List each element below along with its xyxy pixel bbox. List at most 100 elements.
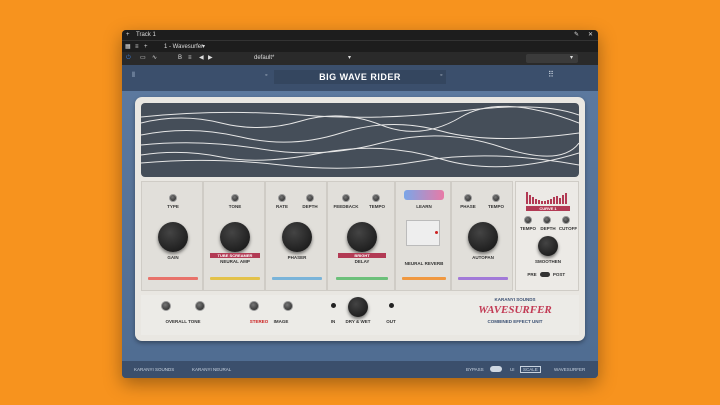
learn-label: LEARN: [416, 204, 432, 209]
mod-tempo-knob[interactable]: [524, 216, 532, 224]
post-label: POST: [552, 272, 566, 277]
feedback-knob[interactable]: [342, 194, 350, 202]
neural-reverb-label: NEURAL REVERB: [404, 261, 444, 266]
autopan-label: AUTOPAN: [472, 255, 494, 260]
mod-tempo-label: TEMPO: [519, 226, 536, 231]
in-dot[interactable]: [331, 303, 336, 308]
phaser-module: RATE DEPTH PHASER: [265, 181, 327, 291]
neural-amp-knob[interactable]: [220, 222, 250, 252]
reverb-color-bar: [402, 277, 446, 280]
plugin-window: + Track 1 ✎ ✕ ▦ ≡ + 1 - Wavesurfer ▾ ⏻ ▭…: [122, 30, 598, 378]
image-label: IMAGE: [273, 319, 289, 324]
stereo-label: STEREO: [249, 319, 269, 324]
delay-knob[interactable]: [347, 222, 377, 252]
neural-amp-module: TONE TUBE SCREAMER NEURAL AMP: [203, 181, 265, 291]
title-bar: + Track 1 ✎ ✕: [122, 30, 598, 40]
stereo-width-knob[interactable]: [249, 301, 259, 311]
curve-select[interactable]: CURVE 1: [526, 206, 570, 211]
delay-label: DELAY: [354, 259, 370, 264]
main-panel: TYPE GAIN TONE TUBE SCREAMER NEURAL AMP …: [135, 97, 585, 341]
feedback-label: FEEDBACK: [333, 204, 359, 209]
tempo-knob-2[interactable]: [492, 194, 500, 202]
gain-knob[interactable]: [158, 222, 188, 252]
logo-icon: ⫴: [132, 72, 135, 79]
phase-label: PHASE: [460, 204, 476, 209]
type-label: TYPE: [167, 204, 179, 209]
dry-wet-knob[interactable]: [348, 297, 368, 317]
waveform-graphic: [141, 105, 579, 169]
power-icon[interactable]: ⏻: [126, 52, 131, 65]
smoothen-knob[interactable]: [538, 236, 558, 256]
delay-color-bar: [336, 277, 388, 280]
learn-button[interactable]: [404, 190, 444, 200]
depth-label: DEPTH: [302, 204, 318, 209]
type-knob[interactable]: [169, 194, 177, 202]
prev-icon[interactable]: ◀: [199, 52, 204, 65]
add-icon[interactable]: +: [126, 30, 130, 40]
preset-select[interactable]: default*: [254, 52, 274, 65]
bottom-section: OVERALL TONE STEREO IMAGE IN DRY & WET O…: [141, 295, 579, 335]
chevron-down-icon[interactable]: ▾: [348, 52, 351, 65]
footer-brand: WAVESURFER: [554, 367, 586, 372]
xy-pad[interactable]: [406, 220, 440, 246]
delay-module: FEEDBACK TEMPO BRIGHT DELAY: [327, 181, 395, 291]
out-label: OUT: [386, 319, 396, 324]
autopan-module: PHASE TEMPO AUTOPAN: [451, 181, 513, 291]
compare-icon[interactable]: ▭: [140, 52, 146, 65]
b-icon[interactable]: B: [178, 52, 182, 65]
tempo-label-2: TEMPO: [487, 204, 504, 209]
tone-knob[interactable]: [231, 194, 239, 202]
footer-company: KARANYI SOUNDS: [134, 367, 175, 372]
stereo-image-knob[interactable]: [283, 301, 293, 311]
overall-tone-label: OVERALL TONE: [165, 319, 201, 324]
autopan-knob[interactable]: [468, 222, 498, 252]
neural-amp-label: NEURAL AMP: [220, 259, 250, 264]
phaser-knob[interactable]: [282, 222, 312, 252]
dry-wet-label: DRY & WET: [345, 319, 371, 324]
brand-company: KARANYI SOUNDS: [494, 297, 536, 302]
phaser-color-bar: [272, 277, 322, 280]
phase-knob[interactable]: [464, 194, 472, 202]
plugin-ui: ⫴ ◦ BIG WAVE RIDER ◦ ⠿ TYPE GAIN TONE TU…: [122, 65, 598, 378]
wave-icon[interactable]: ∿: [152, 52, 157, 65]
curve-bars: [526, 192, 567, 204]
mod-cutoff-knob[interactable]: [562, 216, 570, 224]
plugin-selector-bar: ▦ ≡ + 1 - Wavesurfer ▾: [122, 40, 598, 52]
tone-label: TONE: [228, 204, 242, 209]
plugin-footer: KARANYI SOUNDS KARANYI NEURAL BYPASS UI …: [122, 361, 598, 378]
bypass-label: BYPASS: [466, 367, 484, 372]
close-icon[interactable]: ✕: [588, 30, 593, 40]
tone-high-knob[interactable]: [195, 301, 205, 311]
next-icon[interactable]: ▶: [208, 52, 213, 65]
modulation-panel: CURVE 1 TEMPO DEPTH CUTOFF SMOOTHEN PRE …: [515, 181, 579, 291]
depth-knob[interactable]: [306, 194, 314, 202]
chevron-down-icon[interactable]: ▾: [570, 52, 573, 65]
xy-pad-dot[interactable]: [435, 231, 438, 234]
preset-bar: ⏻ ▭ ∿ B ≡ ◀ ▶ default* ▾ ▾: [122, 52, 598, 65]
bypass-toggle[interactable]: [490, 366, 502, 372]
tempo-knob[interactable]: [372, 194, 380, 202]
next-preset-icon[interactable]: ◦: [440, 72, 442, 79]
preset-title[interactable]: BIG WAVE RIDER: [274, 70, 446, 84]
scale-button[interactable]: SCALE: [520, 366, 541, 373]
brand-subtitle: COMBINED EFFECT UNIT: [487, 319, 543, 324]
mod-depth-label: DEPTH: [540, 226, 556, 231]
pre-post-toggle[interactable]: [540, 272, 550, 277]
amp-color-bar: [210, 277, 260, 280]
autopan-color-bar: [458, 277, 508, 280]
ui-label: UI: [510, 367, 515, 372]
neural-reverb-module: LEARN NEURAL REVERB: [395, 181, 451, 291]
menu-dots-icon[interactable]: ⠿: [548, 70, 554, 79]
out-dot[interactable]: [389, 303, 394, 308]
rate-knob[interactable]: [278, 194, 286, 202]
tube-screamer-tag[interactable]: TUBE SCREAMER: [210, 253, 260, 258]
gain-color-bar: [148, 277, 198, 280]
prev-preset-icon[interactable]: ◦: [265, 72, 267, 79]
pin-icon[interactable]: ✎: [574, 30, 579, 40]
pre-label: PRE: [527, 272, 537, 277]
tone-low-knob[interactable]: [161, 301, 171, 311]
mod-depth-knob[interactable]: [543, 216, 551, 224]
rate-label: RATE: [276, 204, 288, 209]
bright-tag[interactable]: BRIGHT: [338, 253, 386, 258]
list-icon[interactable]: ≡: [188, 52, 192, 65]
